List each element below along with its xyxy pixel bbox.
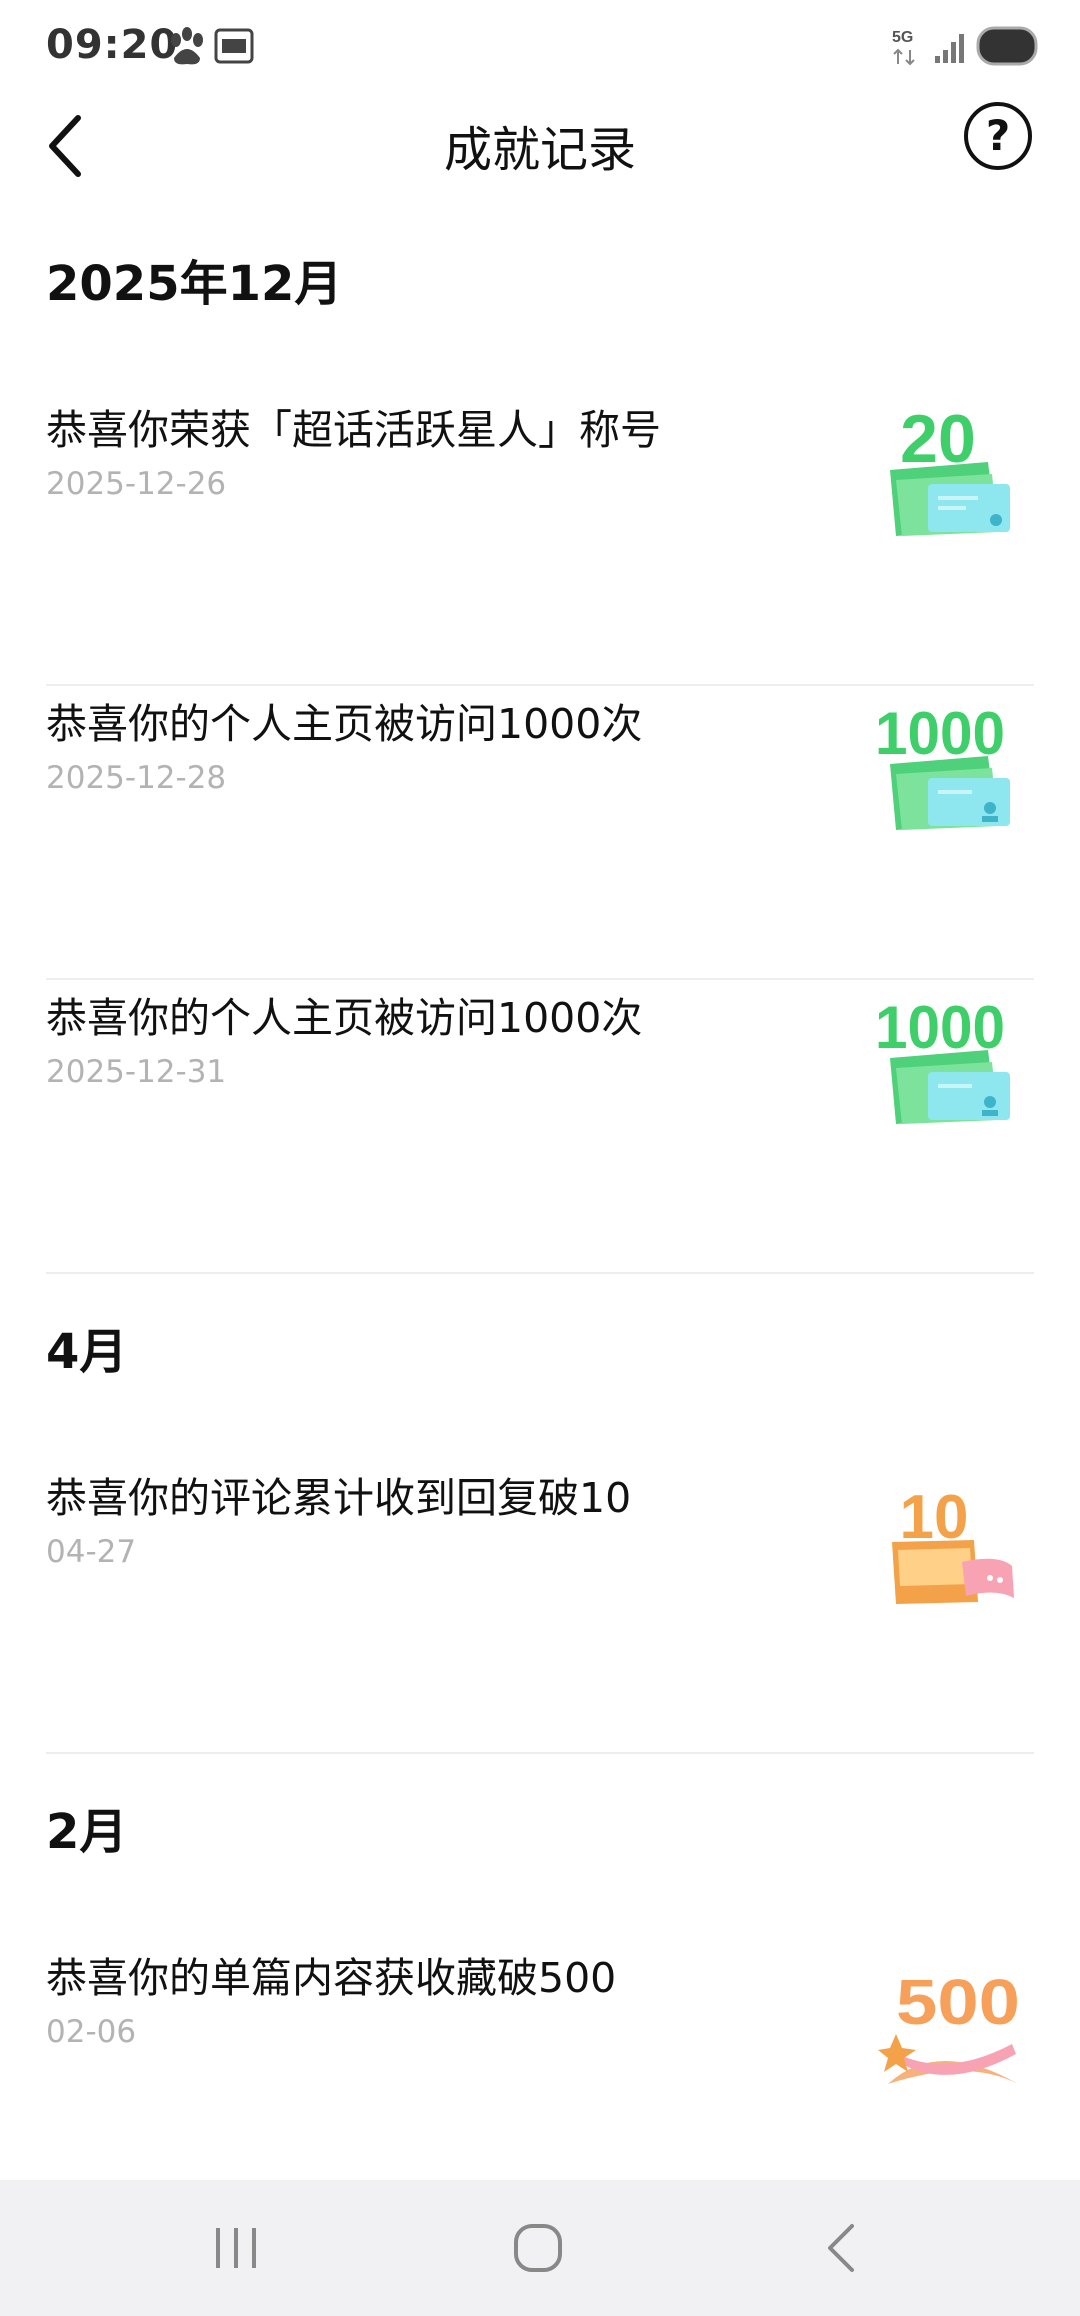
badge-number: 20 xyxy=(900,401,976,477)
divider xyxy=(46,1272,1034,1274)
status-bar: 09:20 5G xyxy=(0,0,1080,90)
back-icon xyxy=(828,2224,854,2272)
badge-image: 1000 xyxy=(875,984,1028,1124)
home-icon xyxy=(514,2224,562,2272)
system-nav-bar xyxy=(0,2180,1080,2316)
list-item[interactable]: 恭喜你荣获「超话活跃星人」称号 2025-12-26 20 xyxy=(0,396,1080,686)
item-title: 恭喜你荣获「超话活跃星人」称号 xyxy=(46,406,661,454)
section-title-april: 4月 xyxy=(46,1324,128,1380)
divider xyxy=(46,978,1034,980)
page-title: 成就记录 xyxy=(443,122,636,178)
divider xyxy=(46,1752,1034,1754)
status-time: 09:20 xyxy=(46,22,179,68)
badge-image: 1000 xyxy=(875,690,1028,830)
badge-image: 20 xyxy=(878,396,1028,536)
section-title-dec-2025: 2025年12月 xyxy=(46,256,343,312)
recent-apps-icon xyxy=(216,2228,256,2268)
item-title: 恭喜你的单篇内容获收藏破500 xyxy=(46,1954,617,2002)
item-date: 2025-12-26 xyxy=(46,466,227,502)
divider xyxy=(46,684,1034,686)
5g-network-icon: 5G xyxy=(892,26,924,70)
item-title: 恭喜你的个人主页被访问1000次 xyxy=(46,994,643,1042)
item-date: 04-27 xyxy=(46,1534,137,1570)
item-title: 恭喜你的评论累计收到回复破10 xyxy=(46,1474,632,1522)
help-button[interactable]: ? xyxy=(964,102,1032,170)
list-item[interactable]: 恭喜你的个人主页被访问1000次 2025-12-28 1000 xyxy=(0,690,1080,980)
home-button[interactable] xyxy=(498,2218,578,2278)
item-date: 2025-12-28 xyxy=(46,760,227,796)
recent-apps-button[interactable] xyxy=(196,2218,276,2278)
badge-number: 1000 xyxy=(878,994,1005,1061)
badge-image: 500 xyxy=(878,1958,1028,2098)
toutiao-icon xyxy=(214,26,254,70)
signal-bars-icon xyxy=(934,30,968,68)
list-item[interactable]: 恭喜你的个人主页被访问1000次 2025-12-31 1000 xyxy=(0,984,1080,1274)
item-date: 2025-12-31 xyxy=(46,1054,227,1090)
list-item[interactable]: 恭喜你的评论累计收到回复破10 04-27 10 xyxy=(0,1464,1080,1754)
badge-number: 1000 xyxy=(878,700,1005,767)
battery-icon xyxy=(976,24,1040,72)
badge-number: 500 xyxy=(896,1966,1020,2038)
baidu-paw-icon xyxy=(166,26,208,72)
badge-number: 10 xyxy=(900,1483,969,1552)
item-date: 02-06 xyxy=(46,2014,137,2050)
system-back-button[interactable] xyxy=(800,2218,880,2278)
badge-image: 10 xyxy=(878,1466,1028,1606)
section-title-february: 2月 xyxy=(46,1804,128,1860)
network-label: 5G xyxy=(892,29,913,46)
header: 成就记录 ? xyxy=(0,90,1080,230)
item-title: 恭喜你的个人主页被访问1000次 xyxy=(46,700,643,748)
